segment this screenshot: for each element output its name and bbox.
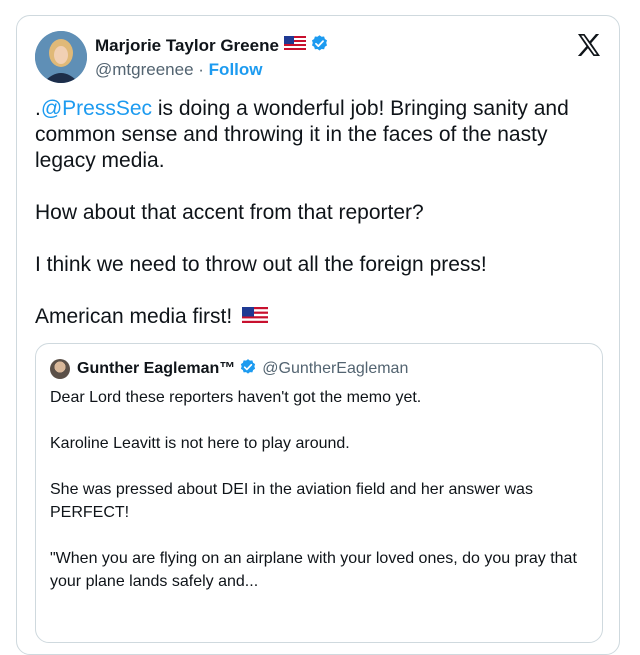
author-name[interactable]: Marjorie Taylor Greene — [95, 36, 279, 56]
follow-button[interactable]: Follow — [209, 60, 263, 79]
us-flag-icon — [242, 306, 269, 332]
tweet-body: .@PressSec is doing a wonderful job! Bri… — [35, 96, 603, 332]
tweet-line2: How about that accent from that reporter… — [35, 201, 424, 224]
us-flag-icon — [283, 35, 306, 56]
author-handle[interactable]: @mtgreenee — [95, 60, 194, 79]
quoted-author-handle[interactable]: @GuntherEagleman — [262, 360, 408, 378]
quoted-line: Dear Lord these reporters haven't got th… — [50, 389, 422, 406]
quoted-line: "When you are flying on an airplane with… — [50, 550, 577, 590]
verified-badge-icon — [310, 34, 329, 58]
tweet-line3: I think we need to throw out all the for… — [35, 253, 487, 276]
x-logo-icon[interactable] — [577, 34, 601, 61]
quoted-line: She was pressed about DEI in the aviatio… — [50, 481, 533, 521]
quoted-author-name[interactable]: Gunther Eagleman™ — [77, 360, 235, 378]
quoted-tweet-body: Dear Lord these reporters haven't got th… — [50, 386, 590, 593]
tweet-line4: American media first! — [35, 305, 233, 328]
tweet-header: Marjorie Taylor Greene @mtgreenee · Foll… — [35, 30, 329, 84]
quoted-line: Karoline Leavitt is not here to play aro… — [50, 435, 350, 452]
mention-link[interactable]: @PressSec — [41, 97, 152, 120]
quoted-tweet[interactable]: Gunther Eagleman™ @GuntherEagleman Dear … — [35, 343, 603, 643]
author-avatar[interactable] — [35, 31, 87, 83]
verified-badge-icon — [239, 358, 257, 381]
handle-separator: · — [198, 59, 204, 79]
quoted-author-avatar[interactable] — [50, 359, 70, 379]
tweet-card[interactable]: Marjorie Taylor Greene @mtgreenee · Foll… — [16, 15, 620, 655]
